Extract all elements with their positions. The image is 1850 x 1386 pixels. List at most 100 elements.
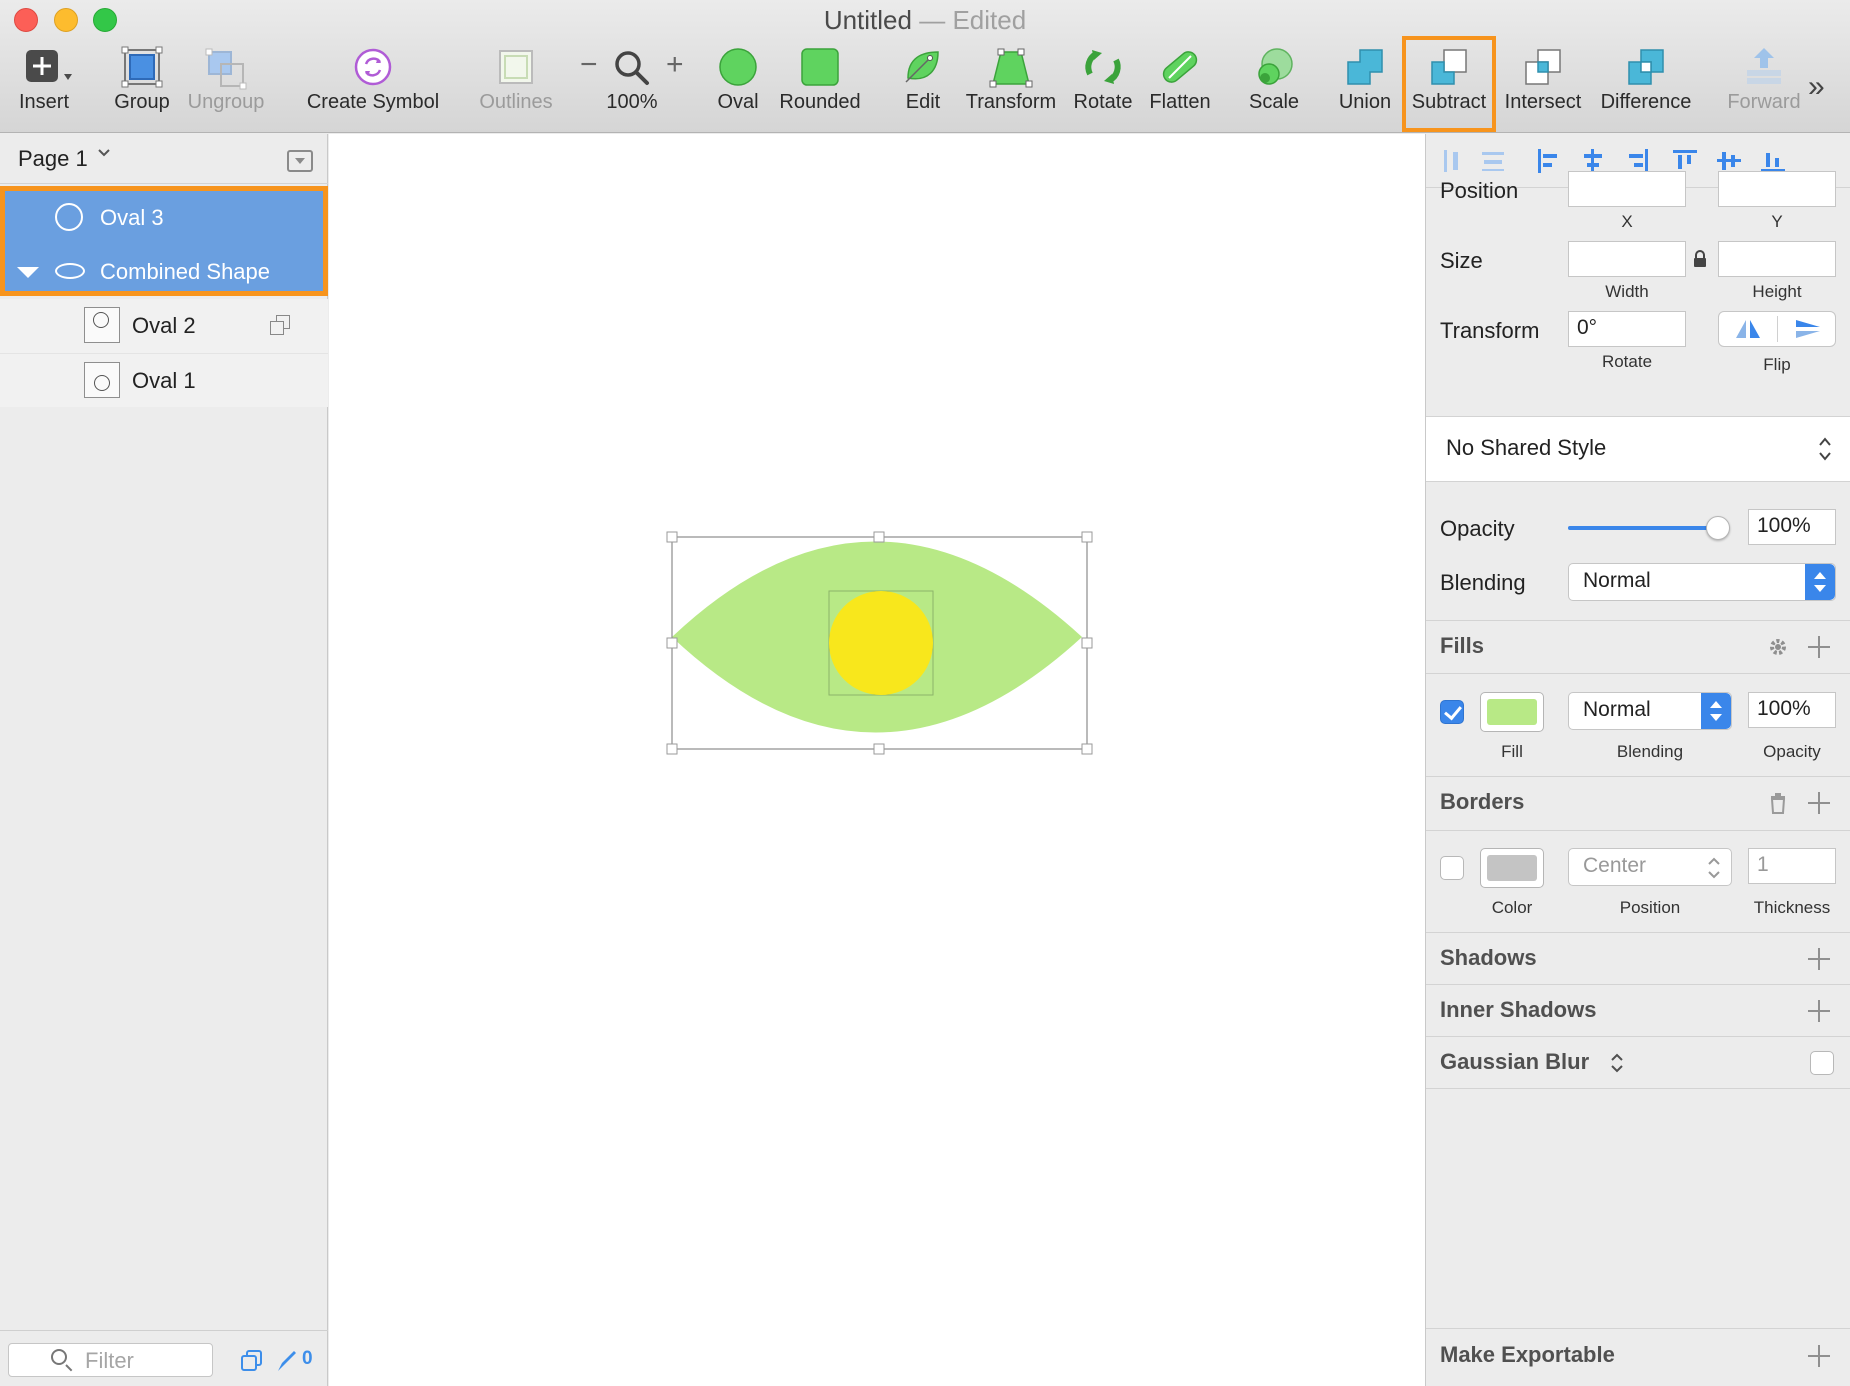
filter-input[interactable]: Filter [8,1343,213,1377]
width-input[interactable] [1568,241,1686,277]
border-thickness-label: Thickness [1753,898,1831,917]
border-color-swatch[interactable] [1480,848,1544,888]
resize-handle-bottom-right [1081,743,1093,755]
fill-enabled-checkbox[interactable] [1440,700,1464,724]
layers-sidebar: Page 1 Oval 3 Combined Shape Oval 2 Oval… [0,134,328,1386]
zoom-in-button[interactable]: + [666,42,684,88]
gear-icon[interactable] [1766,635,1790,659]
x-label: X [1621,212,1633,231]
fill-blending-value: Normal [1583,698,1651,721]
edit-icon [900,44,946,90]
add-shadow-button[interactable] [1808,948,1830,970]
scale-button[interactable]: Scale [1244,44,1304,124]
layer-row-oval-1[interactable]: Oval 1 [0,353,328,407]
boolean-operation-icon[interactable] [270,315,292,337]
filter-placeholder: Filter [85,1348,134,1373]
create-symbol-button[interactable]: Create Symbol [302,44,444,124]
insert-button[interactable]: Insert [6,44,82,124]
add-border-button[interactable] [1808,792,1830,814]
difference-button[interactable]: Difference [1596,44,1696,124]
height-input[interactable] [1718,241,1836,277]
shadows-title: Shadows [1440,945,1537,970]
inner-shadows-title: Inner Shadows [1440,997,1597,1022]
blending-select[interactable]: Normal [1568,563,1836,601]
rounded-label: Rounded [779,91,861,113]
canvas[interactable] [329,134,1425,1386]
flip-horizontal-icon[interactable] [1733,318,1763,340]
fill-opacity-input[interactable]: 100% [1748,692,1836,728]
blur-type-chevron-icon[interactable] [1610,1051,1624,1075]
transform-button[interactable]: Transform [962,44,1060,124]
symbols-filter-icon[interactable] [240,1349,264,1373]
forward-button[interactable]: Forward [1720,44,1808,124]
window-title: Untitled — Edited [0,5,1850,36]
outlines-button[interactable]: Outlines [474,44,558,124]
rotate-input[interactable]: 0° [1568,311,1686,347]
subtract-label: Subtract [1411,91,1487,113]
border-thickness-input[interactable]: 1 [1748,848,1836,884]
layer-row-combined-shape[interactable]: Combined Shape [5,245,323,299]
y-label: Y [1771,212,1783,231]
intersect-button[interactable]: Intersect [1500,44,1586,124]
symbol-icon [350,44,396,90]
shared-style-value: No Shared Style [1446,435,1607,460]
add-fill-button[interactable] [1808,636,1830,658]
x-input[interactable] [1568,171,1686,207]
subtract-button[interactable]: Subtract [1402,36,1496,132]
distribute-vertical-icon[interactable] [1478,146,1508,176]
rotate-label: Rotate [1601,352,1653,371]
group-button[interactable]: Group [110,44,174,124]
border-position-value: Center [1583,854,1647,877]
shared-style-select[interactable]: No Shared Style [1426,417,1850,481]
edit-label: Edit [905,91,941,113]
distribute-horizontal-icon[interactable] [1440,146,1470,176]
opacity-slider[interactable] [1568,516,1730,540]
align-left-icon[interactable] [1534,146,1564,176]
y-input[interactable] [1718,171,1836,207]
rotate-button[interactable]: Rotate [1070,44,1136,124]
lock-icon[interactable] [1693,250,1707,268]
page-selector[interactable]: Page 1 [0,134,328,184]
flatten-button[interactable]: Flatten [1146,44,1214,124]
subtract-icon [1426,44,1472,90]
updown-chevron-icon [1819,437,1831,461]
slice-knife-icon[interactable] [274,1349,298,1373]
opacity-slider-knob[interactable] [1706,516,1730,540]
rounded-button[interactable]: Rounded [776,44,864,124]
transform-label: Transform [965,91,1057,113]
fill-blending-select[interactable]: Normal [1568,692,1732,730]
document-name: Untitled [823,5,912,35]
edit-button[interactable]: Edit [894,44,952,124]
disclosure-triangle-icon[interactable] [17,267,39,278]
fills-header: Fills [1426,621,1850,673]
gaussian-blur-checkbox[interactable] [1810,1051,1834,1075]
add-export-button[interactable] [1808,1345,1830,1367]
combined-shape-icon [55,263,85,279]
flatten-icon [1157,44,1203,90]
toolbar-overflow-button[interactable]: » [1808,70,1825,104]
fill-opacity-label: Opacity [1763,742,1821,761]
fill-color-swatch[interactable] [1480,692,1544,732]
fills-title: Fills [1440,633,1485,658]
border-position-select[interactable]: Center [1568,848,1732,886]
layer-row-oval-2[interactable]: Oval 2 [0,299,328,353]
magnifier-icon [615,51,649,85]
union-button[interactable]: Union [1334,44,1396,124]
border-position-label: Position [1619,898,1681,917]
trash-icon[interactable] [1768,791,1788,815]
oval-button[interactable]: Oval [712,44,764,124]
make-exportable-header[interactable]: Make Exportable [1426,1330,1850,1382]
border-enabled-checkbox[interactable] [1440,856,1464,880]
zoom-out-button[interactable]: − [580,42,598,88]
zoom-control: − + 100% [576,44,688,124]
flip-vertical-icon[interactable] [1793,318,1823,340]
rotate-label: Rotate [1073,91,1133,113]
page-name: Page 1 [18,146,88,171]
opacity-input[interactable]: 100% [1748,509,1836,545]
collapse-pages-button[interactable] [287,150,313,172]
outlines-label: Outlines [479,91,553,113]
ungroup-button[interactable]: Ungroup [186,44,266,124]
layer-row-oval-3[interactable]: Oval 3 [5,191,323,245]
position-label: Position [1440,178,1519,203]
add-inner-shadow-button[interactable] [1808,1000,1830,1022]
